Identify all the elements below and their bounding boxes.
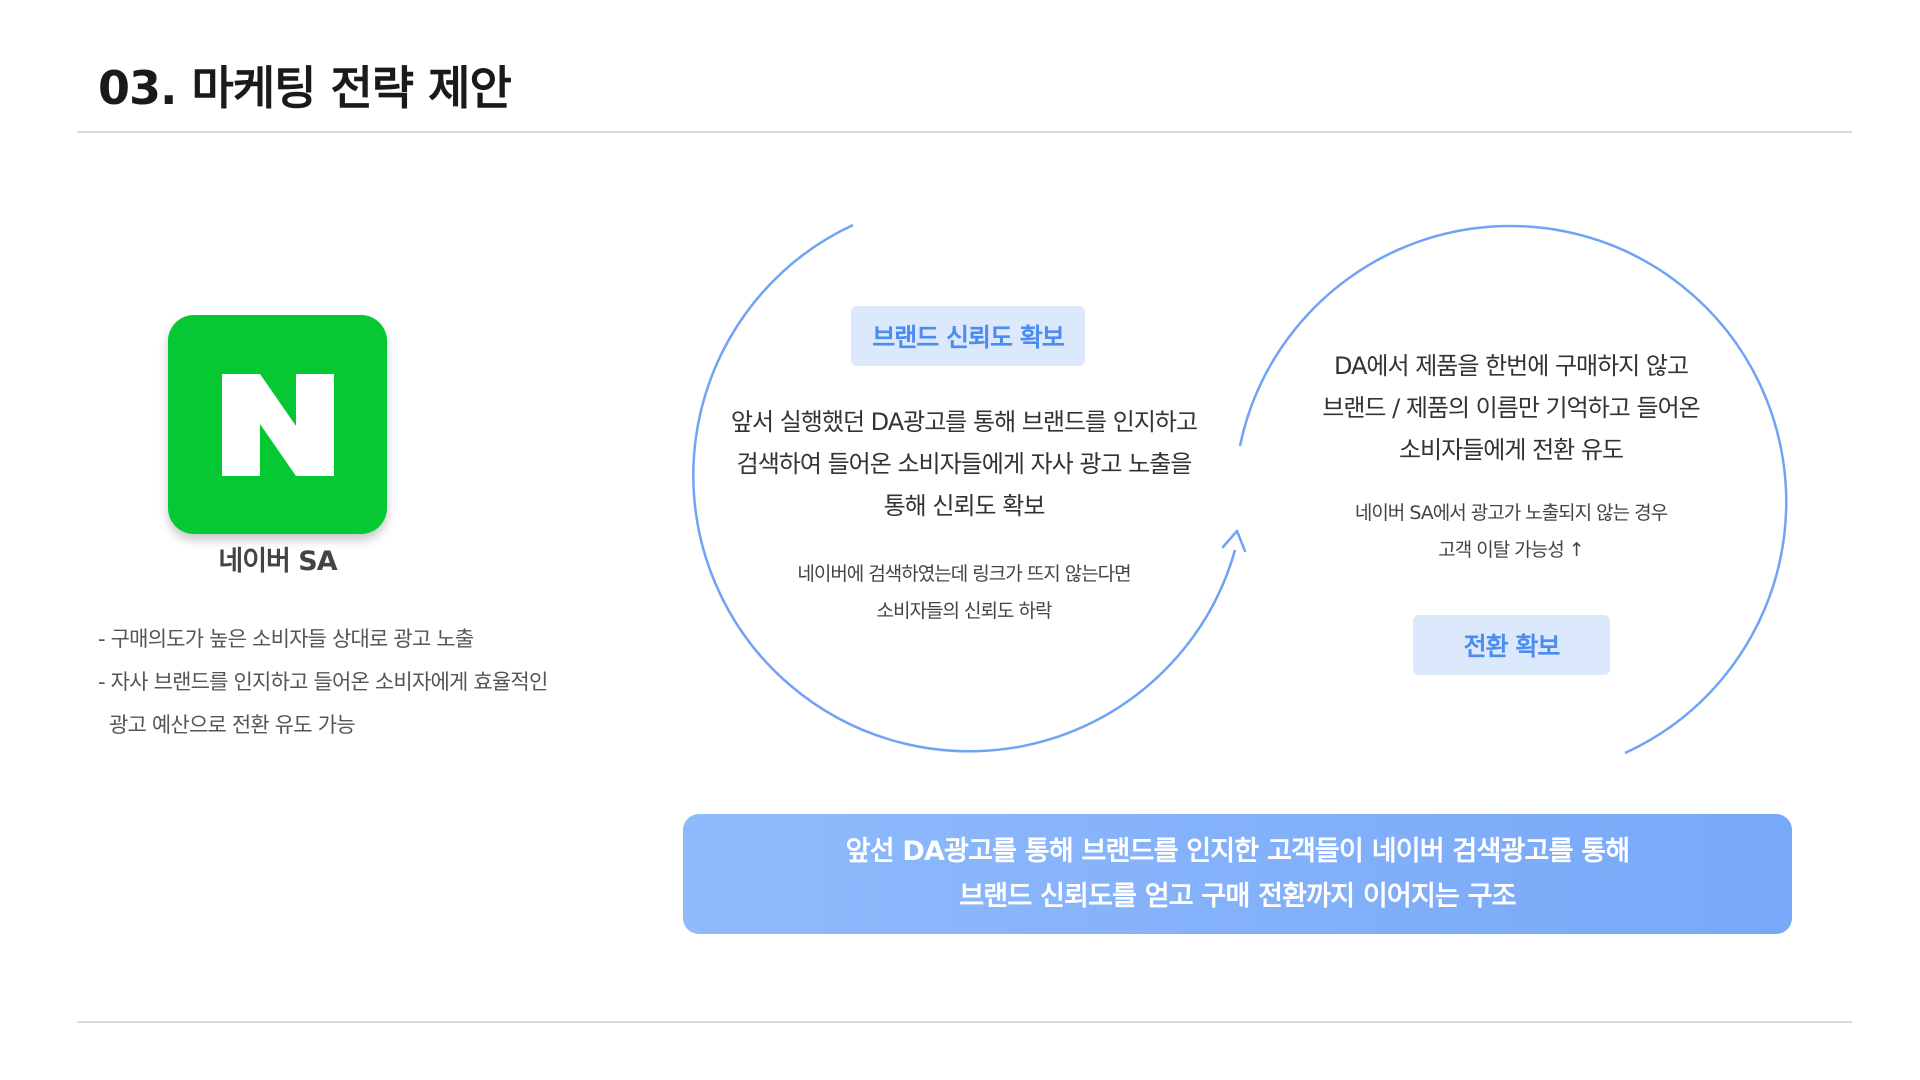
text-line: 소비자들에게 전환 유도 (1398, 436, 1624, 464)
text-line: 네이버 SA에서 광고가 노출되지 않는 경우 (1354, 502, 1668, 524)
text-line: 네이버에 검색하였는데 링크가 뜨지 않는다면 (797, 563, 1131, 585)
right-main-text: DA에서 제품을 한번에 구매하지 않고 브랜드 / 제품의 이름만 기억하고 … (1296, 345, 1726, 471)
brand-trust-tag: 브랜드 신뢰도 확보 (851, 306, 1085, 366)
left-sub-text: 네이버에 검색하였는데 링크가 뜨지 않는다면 소비자들의 신뢰도 하락 (764, 556, 1164, 630)
banner-line: 브랜드 신뢰도를 얻고 구매 전환까지 이어지는 구조 (959, 881, 1516, 912)
arrow-head-icon (1221, 529, 1247, 553)
text-line: 앞서 실행했던 DA광고를 통해 브랜드를 인지하고 (730, 408, 1198, 436)
bottom-divider (77, 1021, 1852, 1023)
text-line: 검색하여 들어온 소비자들에게 자사 광고 노출을 (736, 450, 1193, 478)
text-line: 통해 신뢰도 확보 (883, 492, 1046, 520)
conversion-tag: 전환 확보 (1413, 615, 1610, 675)
text-line: 소비자들의 신뢰도 하락 (876, 600, 1053, 622)
left-main-text: 앞서 실행했던 DA광고를 통해 브랜드를 인지하고 검색하여 들어온 소비자들… (714, 401, 1214, 527)
text-line: 고객 이탈 가능성 ↑ (1438, 539, 1584, 561)
right-sub-text: 네이버 SA에서 광고가 노출되지 않는 경우 고객 이탈 가능성 ↑ (1321, 495, 1701, 569)
text-line: 브랜드 / 제품의 이름만 기억하고 들어온 (1322, 394, 1701, 422)
text-line: DA에서 제품을 한번에 구매하지 않고 (1333, 352, 1689, 380)
summary-banner: 앞선 DA광고를 통해 브랜드를 인지한 고객들이 네이버 검색광고를 통해 브… (683, 814, 1792, 934)
banner-line: 앞선 DA광고를 통해 브랜드를 인지한 고객들이 네이버 검색광고를 통해 (845, 836, 1630, 867)
